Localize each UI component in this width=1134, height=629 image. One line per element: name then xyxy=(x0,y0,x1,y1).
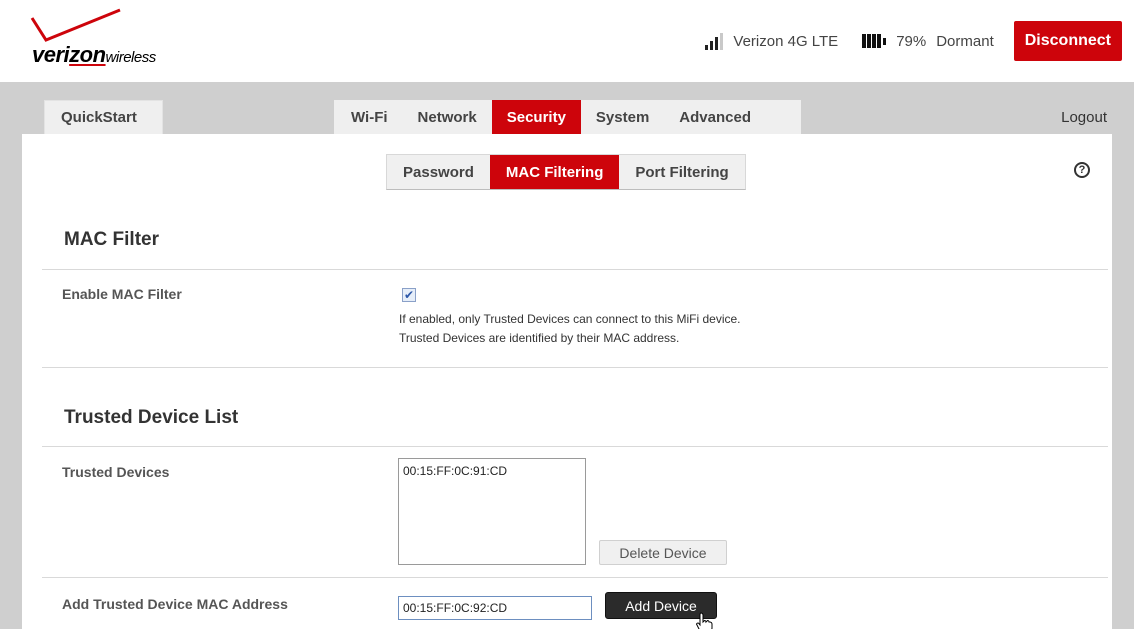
verizon-check-icon xyxy=(30,8,121,42)
tab-system[interactable]: System xyxy=(581,100,664,134)
main-tabs: Wi-Fi Network Security System Advanced xyxy=(334,100,801,134)
trusted-devices-list[interactable]: 00:15:FF:0C:91:CD xyxy=(398,458,586,565)
mac-address-input[interactable] xyxy=(398,596,592,620)
divider xyxy=(42,577,1108,578)
tab-quickstart[interactable]: QuickStart xyxy=(44,100,163,134)
sub-tabs: Password MAC Filtering Port Filtering xyxy=(386,154,746,190)
divider xyxy=(42,269,1108,270)
list-item[interactable]: 00:15:FF:0C:91:CD xyxy=(403,464,581,478)
subtab-port-filtering[interactable]: Port Filtering xyxy=(619,155,744,189)
delete-device-button[interactable]: Delete Device xyxy=(599,540,727,565)
add-trusted-mac-label: Add Trusted Device MAC Address xyxy=(62,596,288,612)
divider xyxy=(42,367,1108,368)
mac-filter-title: MAC Filter xyxy=(64,229,159,250)
signal-bars-icon xyxy=(705,32,724,50)
logout-link[interactable]: Logout xyxy=(1061,100,1107,134)
carrier-name: Verizon 4G LTE xyxy=(733,32,839,50)
trusted-device-list-title: Trusted Device List xyxy=(64,407,239,428)
content-panel: Password MAC Filtering Port Filtering ? … xyxy=(22,134,1112,629)
disconnect-button[interactable]: Disconnect xyxy=(1013,21,1122,61)
tab-wifi[interactable]: Wi-Fi xyxy=(334,100,403,134)
logo-text-veri: veri xyxy=(32,42,70,67)
logo-wordmark: verizonwireless xyxy=(32,42,156,68)
tab-security[interactable]: Security xyxy=(491,100,581,134)
tab-advanced[interactable]: Advanced xyxy=(664,100,766,134)
main-nav: QuickStart Wi-Fi Network Security System… xyxy=(0,100,1134,134)
battery-percent: 79% xyxy=(896,32,927,50)
logo-text-wireless: wireless xyxy=(105,49,157,66)
tab-network[interactable]: Network xyxy=(403,100,492,134)
signal-bar xyxy=(710,40,714,50)
subtab-password[interactable]: Password xyxy=(387,155,490,189)
subtab-mac-filtering[interactable]: MAC Filtering xyxy=(489,155,620,189)
signal-bar xyxy=(705,44,709,50)
logo-text-zon: zon xyxy=(69,42,106,67)
divider xyxy=(42,446,1108,447)
signal-bar xyxy=(720,32,724,50)
battery-icon xyxy=(862,34,887,48)
help-circle-icon[interactable]: ? xyxy=(1074,162,1090,178)
enable-mac-filter-label: Enable MAC Filter xyxy=(62,286,182,302)
signal-bar xyxy=(715,36,719,50)
trusted-devices-label: Trusted Devices xyxy=(62,464,170,480)
device-status: Verizon 4G LTE 79% Dormant Disconnect xyxy=(705,21,1134,61)
hand-pointer-icon xyxy=(696,612,713,629)
enable-mac-filter-checkbox[interactable]: ✔ xyxy=(402,288,416,302)
header: verizonwireless Verizon 4G LTE 79% Dorma… xyxy=(0,0,1134,82)
connection-state: Dormant xyxy=(936,32,994,50)
mac-filter-help-line1: If enabled, only Trusted Devices can con… xyxy=(399,312,741,326)
verizon-logo: verizonwireless xyxy=(30,8,190,68)
mac-filter-help-line2: Trusted Devices are identified by their … xyxy=(399,331,680,345)
